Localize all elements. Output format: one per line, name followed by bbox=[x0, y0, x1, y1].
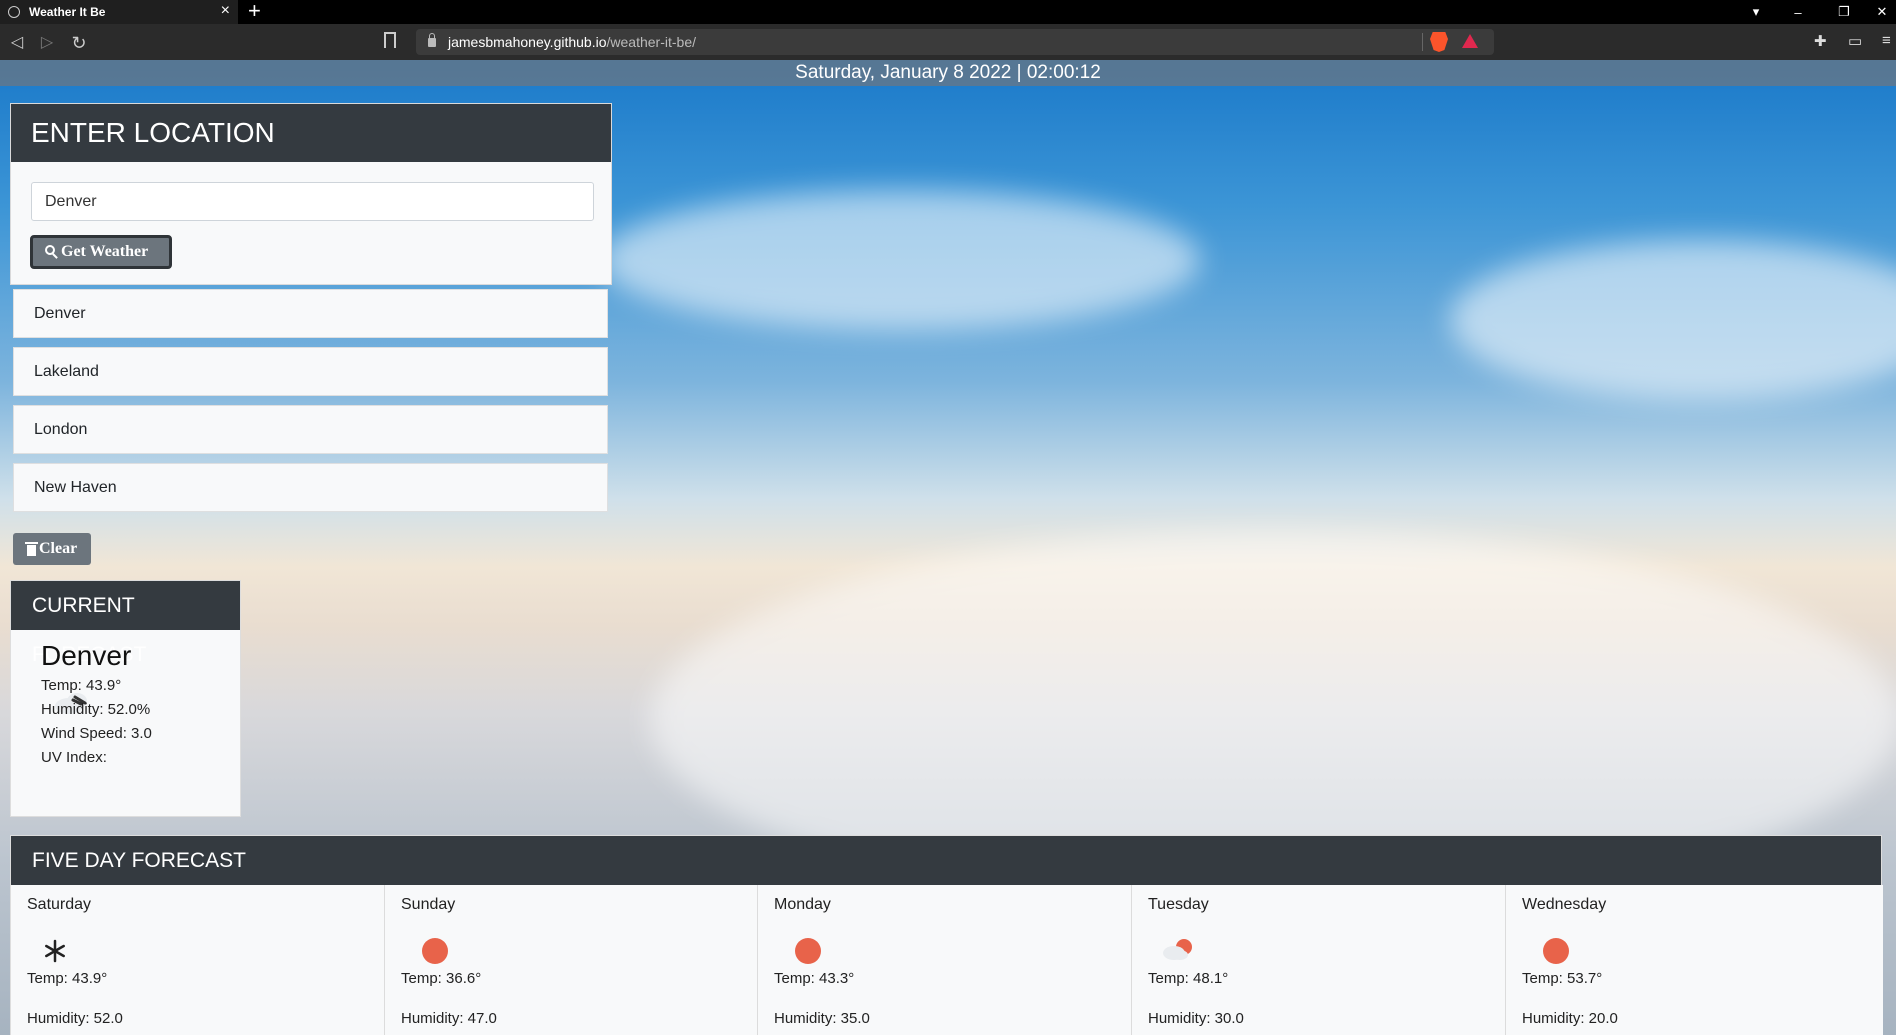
day-name: Wednesday bbox=[1522, 896, 1607, 913]
menu-icon[interactable]: ≡ bbox=[1882, 32, 1891, 49]
url-path: /weather-it-be/ bbox=[606, 34, 696, 50]
tab-search-icon[interactable]: ▾ bbox=[1736, 0, 1776, 24]
forecast-day: Wednesday Temp: 53.7° Humidity: 20.0 bbox=[1506, 885, 1883, 1035]
brave-rewards-icon[interactable] bbox=[1462, 34, 1478, 48]
get-weather-label: Get Weather bbox=[61, 243, 149, 260]
sun-icon bbox=[1530, 929, 1578, 969]
partly-cloudy-icon bbox=[1163, 939, 1192, 960]
minimize-icon[interactable]: – bbox=[1778, 0, 1818, 24]
lock-icon bbox=[428, 32, 436, 47]
forward-icon[interactable]: ▷ bbox=[36, 32, 58, 54]
globe-icon bbox=[8, 6, 20, 18]
day-name: Tuesday bbox=[1148, 896, 1209, 913]
day-humidity: Humidity: 47.0 bbox=[401, 1010, 497, 1027]
day-humidity: Humidity: 20.0 bbox=[1522, 1010, 1618, 1027]
location-card: ENTER LOCATION Denver Get Weather bbox=[10, 103, 612, 285]
snowflake-icon bbox=[45, 939, 65, 963]
location-input[interactable]: Denver bbox=[31, 182, 594, 221]
tab-title: Weather It Be bbox=[29, 5, 106, 19]
new-tab-button[interactable]: + bbox=[248, 0, 261, 24]
forecast-day: Tuesday Temp: 48.1° Humidity: 30.0 bbox=[1132, 885, 1506, 1035]
trash-icon bbox=[25, 542, 38, 556]
history-item-new-haven[interactable]: New Haven bbox=[13, 463, 608, 512]
get-weather-button[interactable]: Get Weather bbox=[30, 235, 172, 269]
five-day-forecast-card: FIVE DAY FORECAST Saturday Temp: 43.9° H… bbox=[10, 835, 1883, 1035]
address-bar[interactable]: jamesbmahoney.github.io /weather-it-be/ bbox=[416, 29, 1494, 55]
date-time-bar: Saturday, January 8 2022 | 02:00:12 bbox=[0, 60, 1896, 86]
day-name: Sunday bbox=[401, 896, 456, 913]
clear-label: Clear bbox=[39, 540, 78, 557]
five-day-forecast-title: FIVE DAY FORECAST bbox=[11, 836, 1881, 885]
wallet-icon[interactable]: ▭ bbox=[1848, 32, 1862, 50]
clear-history-button[interactable]: Clear bbox=[13, 533, 91, 565]
search-icon bbox=[45, 245, 59, 259]
history-item-london[interactable]: London bbox=[13, 405, 608, 454]
day-temp: Temp: 53.7° bbox=[1522, 970, 1603, 987]
current-forecast-title: CURRENT FORECAST bbox=[11, 581, 240, 666]
cloud-shape bbox=[1450, 240, 1896, 400]
forecast-day: Monday Temp: 43.3° Humidity: 35.0 bbox=[758, 885, 1132, 1035]
day-temp: Temp: 43.3° bbox=[774, 970, 855, 987]
close-window-icon[interactable]: ✕ bbox=[1862, 0, 1896, 24]
browser-tab-strip: Weather It Be × + ▾ – ❐ ✕ bbox=[0, 0, 1896, 24]
current-forecast-card: CURRENT FORECAST Denver Temp: 43.9° Humi… bbox=[10, 580, 241, 817]
current-wind-speed: Wind Speed: 3.0 bbox=[41, 725, 152, 742]
sun-icon bbox=[782, 929, 830, 969]
forecast-day: Sunday Temp: 36.6° Humidity: 47.0 bbox=[385, 885, 758, 1035]
restore-icon[interactable]: ❐ bbox=[1824, 0, 1864, 24]
history-item-denver[interactable]: Denver bbox=[13, 289, 608, 338]
current-humidity: Humidity: 52.0% bbox=[41, 701, 151, 718]
current-city: Denver bbox=[41, 640, 132, 671]
close-tab-icon[interactable]: × bbox=[221, 2, 230, 20]
day-temp: Temp: 48.1° bbox=[1148, 970, 1229, 987]
url-host: jamesbmahoney.github.io bbox=[448, 34, 607, 50]
page-background: Saturday, January 8 2022 | 02:00:12 ENTE… bbox=[0, 60, 1896, 1035]
reload-icon[interactable]: ↻ bbox=[68, 32, 90, 54]
day-name: Monday bbox=[774, 896, 831, 913]
sun-icon bbox=[409, 929, 457, 969]
brave-shields-icon[interactable] bbox=[1430, 32, 1448, 52]
day-name: Saturday bbox=[27, 896, 92, 913]
current-uv-index: UV Index: bbox=[41, 749, 107, 766]
forecast-day: Saturday Temp: 43.9° Humidity: 52.0 bbox=[11, 885, 385, 1035]
day-humidity: Humidity: 30.0 bbox=[1148, 1010, 1244, 1027]
bookmark-icon[interactable] bbox=[384, 32, 396, 48]
browser-toolbar: ◁ ▷ ↻ jamesbmahoney.github.io /weather-i… bbox=[0, 24, 1896, 60]
day-humidity: Humidity: 35.0 bbox=[774, 1010, 870, 1027]
back-icon[interactable]: ◁ bbox=[6, 32, 28, 54]
browser-tab[interactable]: Weather It Be × bbox=[0, 0, 238, 24]
day-humidity: Humidity: 52.0 bbox=[27, 1010, 123, 1027]
day-temp: Temp: 43.9° bbox=[27, 970, 108, 987]
extensions-icon[interactable]: ✚ bbox=[1814, 32, 1827, 50]
cloud-shape bbox=[600, 190, 1200, 330]
location-card-title: ENTER LOCATION bbox=[11, 104, 611, 162]
url-divider bbox=[1422, 33, 1423, 51]
current-temp: Temp: 43.9° bbox=[41, 677, 122, 694]
history-item-lakeland[interactable]: Lakeland bbox=[13, 347, 608, 396]
day-temp: Temp: 36.6° bbox=[401, 970, 482, 987]
